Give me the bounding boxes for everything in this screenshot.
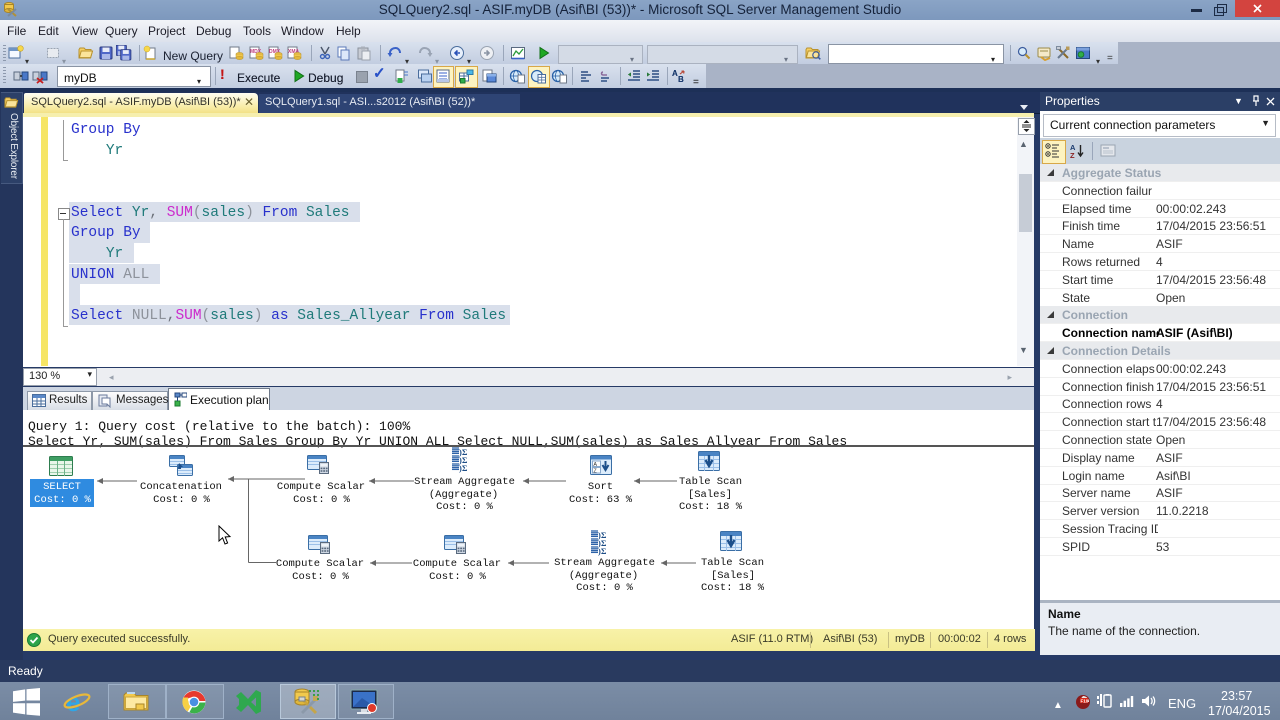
- svg-text:B: B: [678, 75, 684, 84]
- svg-text:Z: Z: [1070, 151, 1075, 159]
- svg-text:F10: F10: [1081, 699, 1089, 704]
